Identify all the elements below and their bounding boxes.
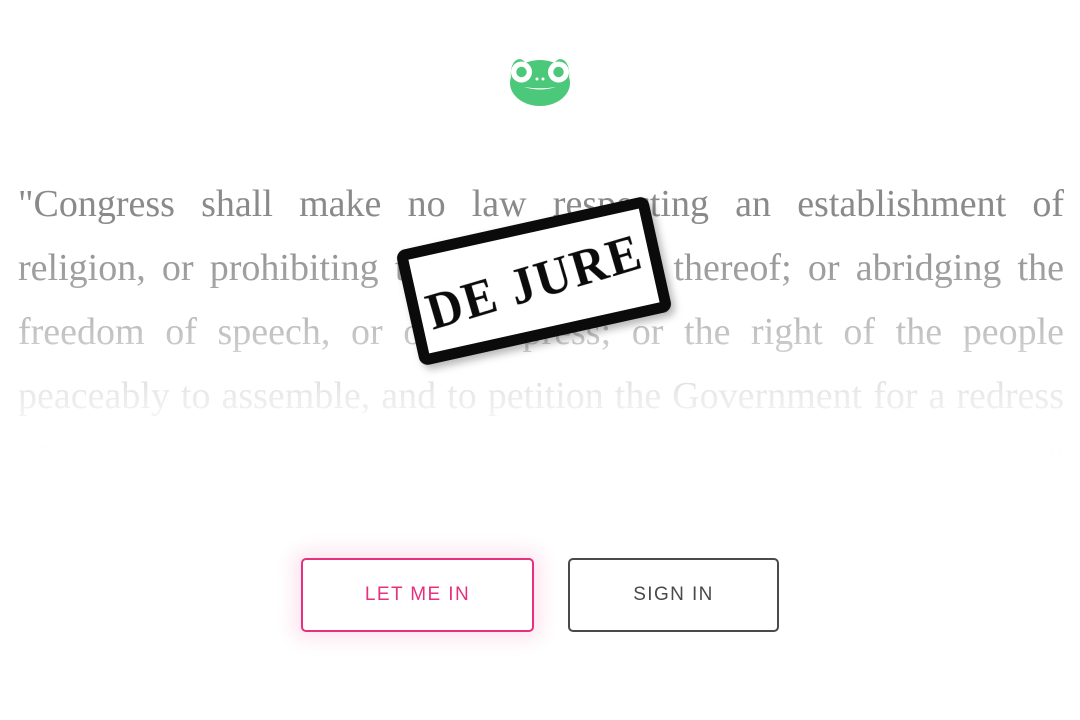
landing-page: "Congress shall make no law respecting a… (0, 0, 1080, 720)
sign-in-label: SIGN IN (633, 584, 714, 605)
stamp-label: DE JURE (419, 221, 649, 341)
logo-container (0, 48, 1080, 108)
let-me-in-button[interactable]: LET ME IN (301, 558, 534, 632)
sign-in-button[interactable]: SIGN IN (568, 558, 779, 632)
frog-logo-icon (505, 48, 575, 108)
let-me-in-label: LET ME IN (364, 584, 471, 605)
action-buttons: LET ME IN SIGN IN (0, 558, 1080, 632)
